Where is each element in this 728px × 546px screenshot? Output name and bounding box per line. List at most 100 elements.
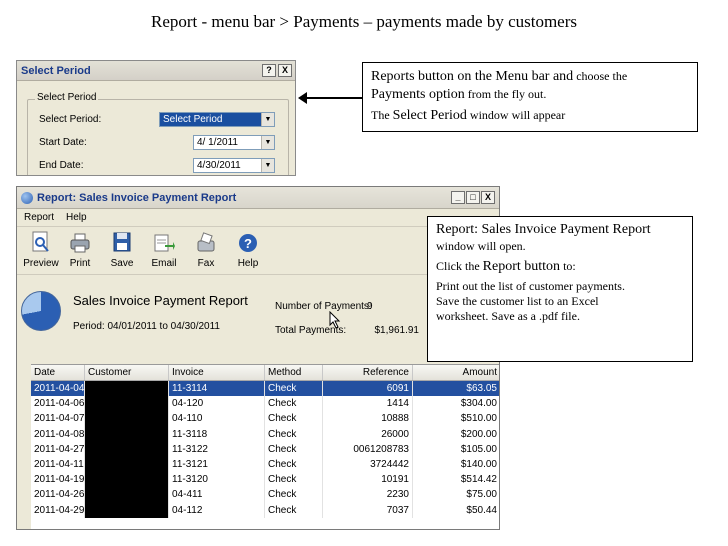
- cell-amount: $514.42: [413, 472, 499, 487]
- cell-reference: 0061208783: [323, 441, 413, 457]
- print-button[interactable]: Print: [59, 231, 101, 274]
- select-period-dialog: Select Period ? X Select Period Select P…: [16, 60, 296, 176]
- table-row[interactable]: 2011-04-06 04-120 Check 1414 $304.00: [31, 396, 499, 412]
- cell-method: Check: [265, 426, 323, 442]
- end-date-picker[interactable]: 4/30/2011 ▼: [193, 158, 275, 173]
- fax-button[interactable]: Fax: [185, 231, 227, 274]
- cell-customer-redacted: [85, 381, 169, 397]
- cell-method: Check: [265, 502, 323, 518]
- close-button[interactable]: X: [481, 191, 495, 204]
- cell-method: Check: [265, 396, 323, 412]
- start-date-value: 4/ 1/2011: [197, 137, 238, 148]
- callout-text: window will appear: [466, 108, 566, 122]
- cell-amount: $200.00: [413, 427, 499, 442]
- cell-amount: $75.00: [413, 487, 499, 502]
- callout-text: Reports button on the Menu bar and: [371, 69, 574, 84]
- cell-amount: $63.05: [413, 381, 499, 396]
- report-name: Sales Invoice Payment Report: [73, 293, 248, 308]
- app-icon: [21, 191, 33, 204]
- callout-text: to:: [560, 259, 576, 273]
- column-header-reference[interactable]: Reference: [323, 365, 413, 380]
- select-period-value: Select Period: [163, 114, 223, 125]
- help-toolbar-button[interactable]: ? Help: [227, 231, 269, 274]
- select-period-dropdown[interactable]: Select Period ▼: [159, 112, 275, 127]
- callout-reports-button: Reports button on the Menu bar and choos…: [362, 62, 698, 132]
- cell-date: 2011-04-27: [31, 441, 85, 457]
- callout-text: Select Period: [392, 108, 467, 123]
- email-button[interactable]: Email: [143, 231, 185, 274]
- chevron-down-icon[interactable]: ▼: [261, 159, 274, 172]
- cell-amount: $105.00: [413, 442, 499, 457]
- save-button[interactable]: Save: [101, 231, 143, 274]
- table-row[interactable]: 2011-04-08 11-3118 Check 26000 $200.00: [31, 426, 499, 442]
- printer-icon: [70, 233, 90, 253]
- column-header-amount[interactable]: Amount: [413, 365, 499, 380]
- help-label: Help: [237, 258, 259, 269]
- fax-icon: [197, 232, 215, 252]
- report-titlebar: Report: Sales Invoice Payment Report _ □…: [17, 187, 499, 209]
- cell-reference: 7037: [323, 502, 413, 518]
- cell-amount: $304.00: [413, 396, 499, 411]
- arrow-left-icon: [298, 92, 362, 104]
- start-date-picker[interactable]: 4/ 1/2011 ▼: [193, 135, 275, 150]
- report-window-title: Report: Sales Invoice Payment Report: [37, 191, 237, 204]
- table-row[interactable]: 2011-04-29 04-112 Check 7037 $50.44: [31, 502, 499, 518]
- cell-reference: 26000: [323, 426, 413, 442]
- cell-amount: $140.00: [413, 457, 499, 472]
- print-label: Print: [69, 258, 91, 269]
- cell-method: Check: [265, 487, 323, 503]
- cell-reference: 3724442: [323, 456, 413, 473]
- chevron-down-icon[interactable]: ▼: [261, 136, 274, 149]
- menu-report[interactable]: Report: [24, 212, 54, 223]
- close-button[interactable]: X: [278, 64, 292, 77]
- cell-customer-redacted: [85, 472, 169, 488]
- table-row[interactable]: 2011-04-19 11-3120 Check 10191 $514.42: [31, 472, 499, 488]
- cell-method: Check: [265, 411, 323, 427]
- column-header-customer[interactable]: Customer: [85, 365, 169, 380]
- num-payments-label: Number of Payments:: [275, 301, 372, 312]
- cell-reference: 2230: [323, 487, 413, 503]
- help-button[interactable]: ?: [262, 64, 276, 77]
- cell-invoice: 04-110: [169, 411, 265, 427]
- callout-text: Click the: [436, 259, 483, 273]
- table-row[interactable]: 2011-04-26 04-411 Check 2230 $75.00: [31, 487, 499, 503]
- cell-date: 2011-04-11: [31, 456, 85, 473]
- cell-reference: 6091: [323, 381, 413, 397]
- cell-amount: $510.00: [413, 411, 499, 426]
- column-header-invoice[interactable]: Invoice: [169, 365, 265, 380]
- chevron-down-icon[interactable]: ▼: [261, 113, 274, 126]
- callout-text: Report button: [482, 259, 561, 274]
- callout-text: Print out the list of customer payments.: [436, 279, 625, 293]
- menu-help[interactable]: Help: [66, 212, 87, 223]
- cell-invoice: 11-3114: [169, 381, 265, 397]
- minimize-button[interactable]: _: [451, 191, 465, 204]
- cell-reference: 10191: [323, 472, 413, 488]
- table-row[interactable]: 2011-04-11 11-3121 Check 3724442 $140.00: [31, 456, 499, 473]
- column-header-method[interactable]: Method: [265, 365, 323, 380]
- cell-customer-redacted: [85, 411, 169, 427]
- end-date-value: 4/30/2011: [197, 160, 241, 171]
- cell-customer-redacted: [85, 396, 169, 412]
- cell-invoice: 04-411: [169, 487, 265, 503]
- maximize-button[interactable]: □: [466, 191, 480, 204]
- num-payments-value: 9: [367, 301, 373, 312]
- email-label: Email: [151, 258, 177, 269]
- table-row[interactable]: 2011-04-27 11-3122 Check 0061208783 $105…: [31, 441, 499, 457]
- end-date-label: End Date:: [39, 160, 84, 171]
- total-payments-value: $1,961.91: [374, 325, 420, 336]
- column-header-date[interactable]: Date: [31, 365, 85, 380]
- cell-customer-redacted: [85, 426, 169, 442]
- start-date-label: Start Date:: [39, 137, 87, 148]
- table-row[interactable]: 2011-04-04 11-3114 Check 6091 $63.05: [31, 381, 499, 397]
- cell-date: 2011-04-08: [31, 426, 85, 442]
- preview-button[interactable]: Preview: [23, 231, 59, 274]
- cell-reference: 1414: [323, 396, 413, 412]
- cell-date: 2011-04-04: [31, 381, 85, 397]
- cell-customer-redacted: [85, 441, 169, 457]
- callout-text: Report: Sales Invoice Payment Report: [436, 222, 651, 237]
- cell-date: 2011-04-26: [31, 487, 85, 503]
- cell-invoice: 11-3122: [169, 441, 265, 457]
- cell-amount: $50.44: [413, 503, 499, 518]
- table-row[interactable]: 2011-04-07 04-110 Check 10888 $510.00: [31, 411, 499, 427]
- cell-method: Check: [265, 472, 323, 488]
